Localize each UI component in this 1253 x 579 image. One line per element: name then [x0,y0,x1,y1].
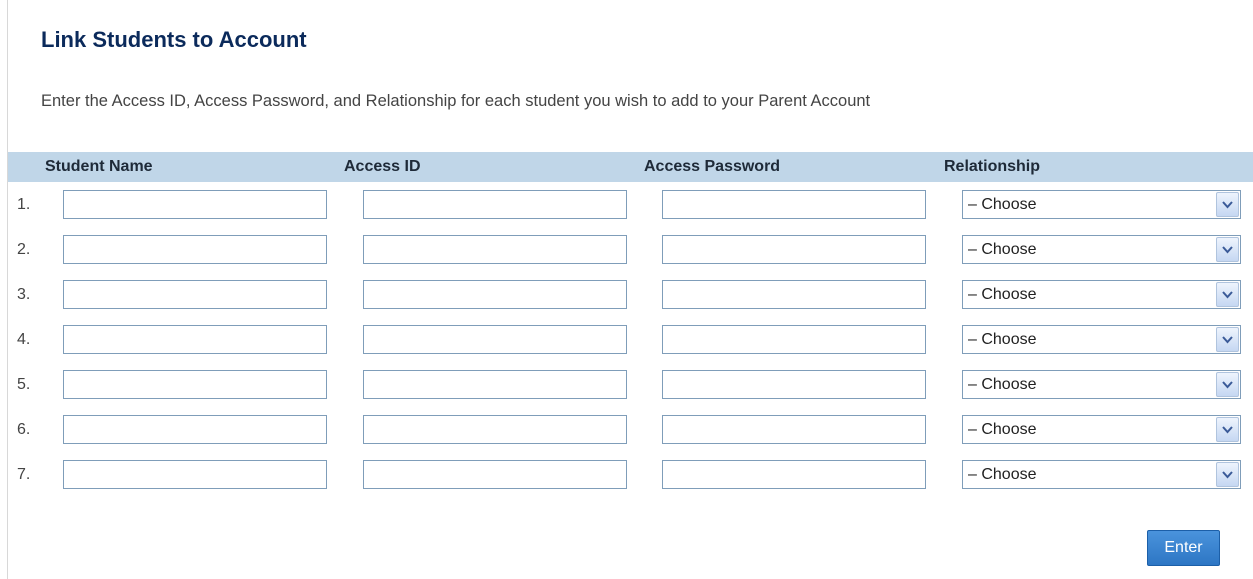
row-number: 3. [17,286,31,303]
relationship-selected-value: – Choose [968,466,1037,483]
table-row: 7. – Choose [0,460,1253,490]
table-row: 5. – Choose [0,370,1253,400]
access-password-input[interactable] [662,325,926,354]
row-number: 2. [17,241,31,258]
relationship-selected-value: – Choose [968,286,1037,303]
student-name-input[interactable] [63,460,327,489]
student-name-input[interactable] [63,325,327,354]
row-number: 1. [17,196,31,213]
student-name-input[interactable] [63,280,327,309]
relationship-select[interactable]: – Choose [962,325,1241,354]
column-header-access-id: Access ID [344,158,421,175]
access-id-input[interactable] [363,190,627,219]
chevron-down-icon[interactable] [1216,417,1239,442]
chevron-down-icon[interactable] [1216,327,1239,352]
table-row: 4. – Choose [0,325,1253,355]
access-password-input[interactable] [662,190,926,219]
chevron-down-icon[interactable] [1216,462,1239,487]
relationship-selected-value: – Choose [968,331,1037,348]
access-id-input[interactable] [363,460,627,489]
relationship-selected-value: – Choose [968,376,1037,393]
access-id-input[interactable] [363,325,627,354]
access-password-input[interactable] [662,460,926,489]
enter-button[interactable]: Enter [1147,530,1220,566]
student-name-input[interactable] [63,190,327,219]
access-password-input[interactable] [662,370,926,399]
row-number: 4. [17,331,31,348]
row-number: 5. [17,376,31,393]
access-password-input[interactable] [662,415,926,444]
chevron-down-icon[interactable] [1216,282,1239,307]
relationship-select[interactable]: – Choose [962,460,1241,489]
chevron-down-icon[interactable] [1216,372,1239,397]
instructions-text: Enter the Access ID, Access Password, an… [41,92,871,110]
access-id-input[interactable] [363,280,627,309]
relationship-selected-value: – Choose [968,241,1037,258]
link-students-page: Link Students to Account Enter the Acces… [0,0,1253,579]
table-row: 3. – Choose [0,280,1253,310]
access-password-input[interactable] [662,235,926,264]
relationship-selected-value: – Choose [968,196,1037,213]
column-header-relationship: Relationship [944,158,1041,175]
row-number: 6. [17,421,31,438]
table-row: 1. – Choose [0,190,1253,220]
page-title: Link Students to Account [41,27,307,52]
column-header-access-password: Access Password [644,158,781,175]
relationship-select[interactable]: – Choose [962,280,1241,309]
column-header-student-name: Student Name [45,158,153,175]
table-header-bar [8,152,1253,182]
chevron-down-icon[interactable] [1216,237,1239,262]
access-id-input[interactable] [363,370,627,399]
chevron-down-icon[interactable] [1216,192,1239,217]
access-password-input[interactable] [662,280,926,309]
relationship-select[interactable]: – Choose [962,190,1241,219]
student-name-input[interactable] [63,235,327,264]
relationship-select[interactable]: – Choose [962,235,1241,264]
relationship-select[interactable]: – Choose [962,415,1241,444]
relationship-select[interactable]: – Choose [962,370,1241,399]
access-id-input[interactable] [363,235,627,264]
table-row: 2. – Choose [0,235,1253,265]
relationship-selected-value: – Choose [968,421,1037,438]
table-row: 6. – Choose [0,415,1253,445]
student-name-input[interactable] [63,415,327,444]
student-name-input[interactable] [63,370,327,399]
row-number: 7. [17,466,31,483]
access-id-input[interactable] [363,415,627,444]
